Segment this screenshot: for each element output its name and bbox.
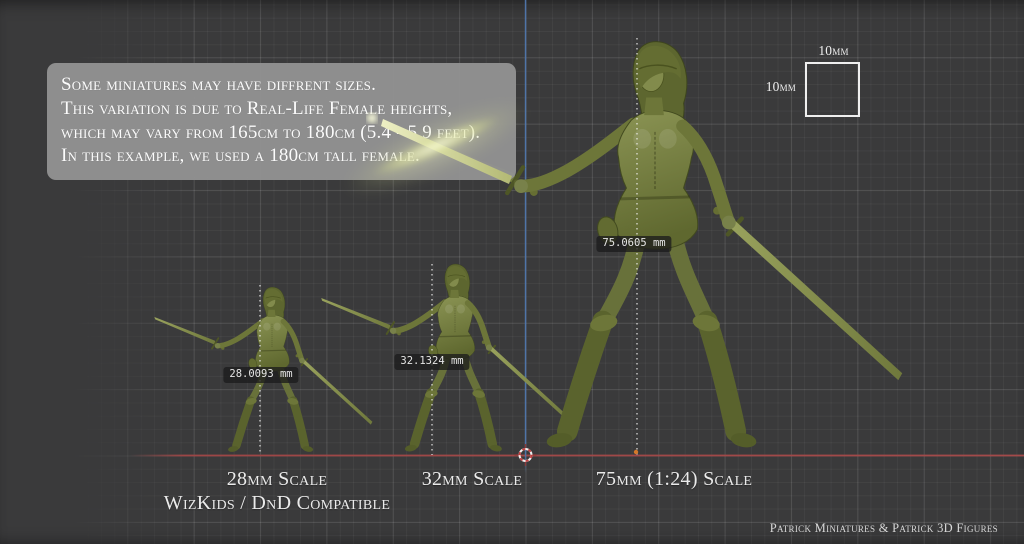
scale-label-28mm: 28mm Scale	[227, 468, 328, 491]
measurement-label-32mm: 32.1324 mm	[394, 354, 469, 370]
measurement-label-28mm: 28.0093 mm	[223, 367, 298, 383]
reference-square-side-label: 10mm	[766, 79, 796, 95]
reference-square-10mm	[805, 62, 860, 117]
info-line-2: This variation is due to Real-Life Femal…	[61, 97, 516, 121]
reference-square-top-label: 10mm	[805, 43, 862, 59]
info-line-1: Some miniatures may have diffrent sizes.	[61, 73, 516, 97]
measurement-label-75mm: 75.0605 mm	[596, 236, 671, 252]
axis-z-line	[525, 0, 527, 473]
axis-x-line	[130, 455, 1024, 457]
scale-sublabel-28mm: WizKids / DnD Compatible	[164, 492, 390, 515]
credit-text: Patrick Miniatures & Patrick 3D Figures	[770, 521, 998, 536]
viewport-3d[interactable]: Some miniatures may have diffrent sizes.…	[0, 0, 1024, 544]
info-box: Some miniatures may have diffrent sizes.…	[47, 63, 516, 180]
measure-endpoint-dot	[634, 450, 638, 454]
scale-label-32mm: 32mm Scale	[422, 468, 523, 491]
info-line-4: In this example, we used a 180cm tall fe…	[61, 144, 516, 168]
info-line-3: which may vary from 165cm to 180cm (5.4 …	[61, 121, 516, 145]
scale-label-75mm: 75mm (1:24) Scale	[596, 468, 753, 491]
